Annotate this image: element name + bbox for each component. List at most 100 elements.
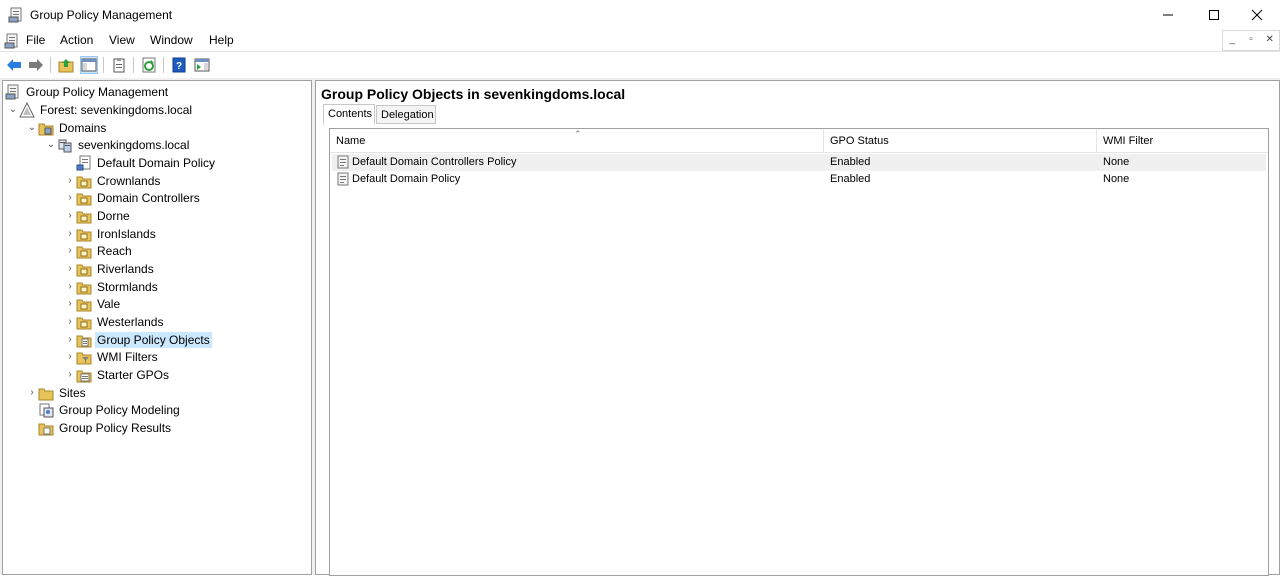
sort-ascending-icon: ⌃ <box>574 129 582 139</box>
show-action-pane-button[interactable] <box>193 56 211 74</box>
tree-item-ou-dorne[interactable]: › Dorne <box>64 207 132 224</box>
up-folder-icon <box>58 59 74 73</box>
tree-item-sites[interactable]: › Sites <box>26 384 88 401</box>
chevron-right-icon[interactable]: › <box>64 263 76 274</box>
title-bar: Group Policy Management <box>0 0 1280 30</box>
tree-item-ou-ironislands[interactable]: › IronIslands <box>64 225 158 242</box>
ou-icon <box>76 296 92 312</box>
mdi-close-button[interactable]: ✕ <box>1260 31 1279 50</box>
tree-item-domain-sevenkingdoms[interactable]: ⌄ sevenkingdoms.local <box>45 136 191 153</box>
up-one-level-button[interactable] <box>57 56 75 74</box>
ou-icon <box>76 208 92 224</box>
table-row[interactable]: Default Domain Policy Enabled None <box>332 171 1266 188</box>
forward-button[interactable] <box>27 56 45 74</box>
tree-item-ou-vale[interactable]: › Vale <box>64 295 122 312</box>
tree-item-label: Domains <box>59 120 107 135</box>
chevron-right-icon[interactable]: › <box>64 298 76 309</box>
tab-delegation[interactable]: Delegation <box>376 105 436 124</box>
close-icon <box>1251 9 1263 21</box>
menu-file[interactable]: File <box>26 33 45 47</box>
toolbar-separator <box>50 57 51 73</box>
tree-item-ou-westerlands[interactable]: › Westerlands <box>64 313 165 330</box>
toolbar-separator <box>133 57 134 73</box>
menu-action[interactable]: Action <box>60 33 93 47</box>
tree-item-domains[interactable]: ⌄ Domains <box>26 119 108 136</box>
tree-item-default-domain-policy-link[interactable]: Default Domain Policy <box>64 154 217 171</box>
gpo-status: Enabled <box>830 156 871 168</box>
tree-item-group-policy-results[interactable]: Group Policy Results <box>26 419 173 436</box>
tab-contents[interactable]: Contents <box>323 104 375 125</box>
gpo-name: Default Domain Controllers Policy <box>352 156 517 168</box>
column-header-name[interactable]: Name ⌃ <box>330 129 824 152</box>
ou-icon <box>76 173 92 189</box>
gpo-wmi-filter: None <box>1103 173 1130 185</box>
column-header-wmi-filter[interactable]: WMI Filter <box>1097 129 1268 152</box>
tree-item-starter-gpos[interactable]: › Starter GPOs <box>64 366 171 383</box>
back-arrow-icon <box>7 59 21 71</box>
console-tree[interactable]: Group Policy Management ⌄ Forest: sevenk… <box>2 80 312 575</box>
chevron-right-icon[interactable]: › <box>64 210 76 221</box>
chevron-right-icon[interactable]: › <box>64 245 76 256</box>
tree-item-forest[interactable]: ⌄ Forest: sevenkingdoms.local <box>7 101 194 118</box>
forward-arrow-icon <box>29 59 43 71</box>
minimize-button[interactable] <box>1145 0 1191 30</box>
svg-text:?: ? <box>176 61 182 72</box>
tree-item-group-policy-modeling[interactable]: Group Policy Modeling <box>26 401 182 418</box>
gpo-container-icon <box>76 332 92 348</box>
column-name-label: Name <box>336 135 366 147</box>
mdi-minimize-button[interactable]: _ <box>1223 31 1242 50</box>
chevron-right-icon[interactable]: › <box>64 281 76 292</box>
tree-item-label: Stormlands <box>97 279 158 294</box>
chevron-right-icon[interactable]: › <box>64 316 76 327</box>
tree-item-label: Riverlands <box>97 261 154 276</box>
clipboard-icon <box>113 58 125 73</box>
back-button[interactable] <box>5 56 23 74</box>
help-button[interactable]: ? <box>170 56 188 74</box>
chevron-right-icon[interactable]: › <box>64 369 76 380</box>
tree-item-wmi-filters[interactable]: › WMI Filters <box>64 348 160 365</box>
gpm-console-icon <box>5 84 21 100</box>
chevron-down-icon[interactable]: ⌄ <box>26 122 38 133</box>
chevron-down-icon[interactable]: ⌄ <box>45 139 57 150</box>
tree-item-label: Starter GPOs <box>97 367 170 382</box>
tree-item-group-policy-objects[interactable]: › Group Policy Objects <box>64 331 212 348</box>
document-menu-icon[interactable] <box>4 33 20 49</box>
mdi-restore-button[interactable]: ▫ <box>1242 31 1261 50</box>
tree-item-ou-domain-controllers[interactable]: › Domain Controllers <box>64 189 202 206</box>
chevron-right-icon[interactable]: › <box>64 334 76 345</box>
menu-window[interactable]: Window <box>150 33 193 47</box>
ou-icon <box>76 226 92 242</box>
tree-item-ou-crownlands[interactable]: › Crownlands <box>64 172 162 189</box>
tree-item-label: sevenkingdoms.local <box>78 137 190 152</box>
chevron-right-icon[interactable]: › <box>64 351 76 362</box>
ou-icon <box>76 243 92 259</box>
tree-item-label: Group Policy Modeling <box>59 402 180 417</box>
tree-item-label: Domain Controllers <box>97 190 200 205</box>
domain-icon <box>57 137 73 153</box>
column-header-gpo-status[interactable]: GPO Status <box>824 129 1097 152</box>
properties-button[interactable] <box>110 56 128 74</box>
close-button[interactable] <box>1234 0 1280 30</box>
tree-item-ou-stormlands[interactable]: › Stormlands <box>64 278 160 295</box>
gpo-link-icon <box>76 155 92 171</box>
tree-item-ou-riverlands[interactable]: › Riverlands <box>64 260 156 277</box>
tree-item-ou-reach[interactable]: › Reach <box>64 242 134 259</box>
chevron-down-icon[interactable]: ⌄ <box>7 104 19 115</box>
menu-view[interactable]: View <box>109 33 135 47</box>
window-title: Group Policy Management <box>30 8 173 22</box>
tree-item-gpm-root[interactable]: Group Policy Management <box>5 83 170 100</box>
maximize-button[interactable] <box>1191 0 1237 30</box>
chevron-right-icon[interactable]: › <box>64 228 76 239</box>
menu-help[interactable]: Help <box>209 33 234 47</box>
show-hide-console-tree-button[interactable] <box>80 56 98 74</box>
refresh-button[interactable] <box>140 56 158 74</box>
modeling-icon <box>38 402 54 418</box>
gpo-icon <box>336 172 350 192</box>
table-row[interactable]: Default Domain Controllers Policy Enable… <box>332 154 1266 171</box>
chevron-right-icon[interactable]: › <box>26 387 38 398</box>
chevron-right-icon[interactable]: › <box>64 175 76 186</box>
tree-item-label: IronIslands <box>97 226 156 241</box>
tree-item-label: Sites <box>59 385 86 400</box>
chevron-right-icon[interactable]: › <box>64 192 76 203</box>
tree-item-label: Group Policy Results <box>59 420 172 435</box>
